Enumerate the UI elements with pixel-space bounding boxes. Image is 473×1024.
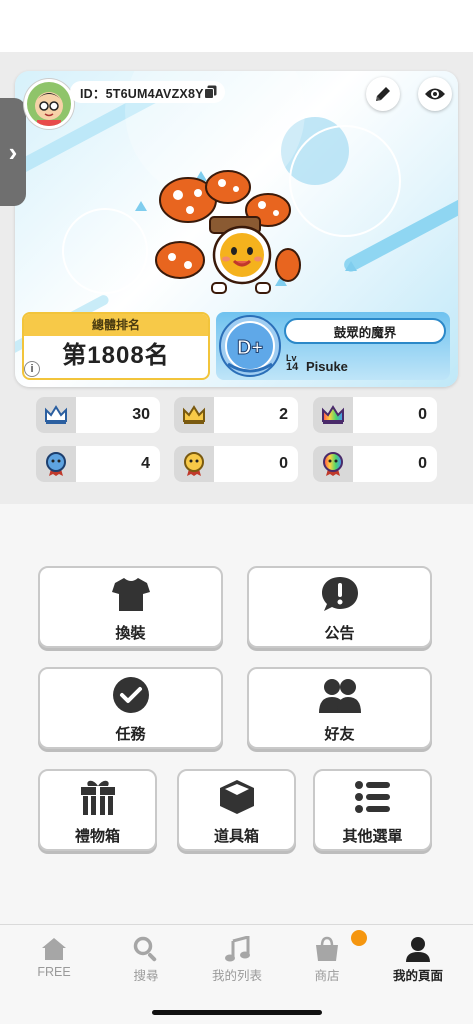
- speech-bubble-exclamation-icon: [318, 572, 362, 616]
- announcement-label: 公告: [324, 624, 355, 642]
- stat-crown-rainbow: 0: [313, 397, 437, 433]
- announcement-button[interactable]: 公告: [247, 566, 432, 648]
- mission-button[interactable]: 任務: [38, 667, 223, 749]
- list-icon: [351, 775, 395, 819]
- stat-value: 2: [279, 406, 288, 423]
- medal-silver-icon: [36, 446, 76, 482]
- other-menu-label: 其他選單: [342, 827, 403, 845]
- costume-label: 換裝: [115, 624, 146, 642]
- rank-header: 總體排名: [24, 314, 208, 336]
- player-id-text: ID：5T6UM4AVZX8Y: [80, 86, 204, 101]
- stat-crown-silver: 30: [36, 397, 160, 433]
- tab-label: 搜尋: [133, 969, 159, 983]
- users-icon: [318, 673, 362, 717]
- tab-label: 商店: [314, 969, 340, 983]
- overall-rank-panel: 總體排名 第1808名: [22, 312, 210, 380]
- home-icon: [40, 935, 68, 963]
- stat-value: 0: [418, 455, 427, 472]
- avatar-image: [27, 82, 71, 126]
- mascot-character: [155, 170, 301, 294]
- user-icon: [404, 935, 432, 963]
- stat-crown-gold: 2: [174, 397, 298, 433]
- status-bar: [0, 0, 473, 52]
- player-name: Pisuke: [306, 359, 348, 374]
- tshirt-icon: [109, 572, 153, 616]
- bottom-tab-bar: FREE 搜尋 我的列表 商店 我的頁面: [0, 924, 473, 1024]
- stat-value: 0: [418, 406, 427, 423]
- stat-medal-rainbow: 0: [313, 446, 437, 482]
- medal-rainbow-icon: [313, 446, 353, 482]
- stat-medal-silver: 4: [36, 446, 160, 482]
- chevron-right-icon: ›: [8, 136, 18, 167]
- shopping-bag-icon: [313, 935, 341, 963]
- tab-label: 我的頁面: [392, 969, 443, 983]
- check-circle-icon: [109, 673, 153, 717]
- shop-notification-badge: [351, 930, 367, 946]
- gift-box-button[interactable]: 禮物箱: [38, 769, 157, 851]
- crown-silver-icon: [36, 397, 76, 433]
- pencil-icon: [376, 87, 390, 101]
- medal-gold-icon: [174, 446, 214, 482]
- cube-icon: [215, 775, 259, 819]
- mission-label: 任務: [115, 725, 146, 743]
- tab-free[interactable]: FREE: [7, 935, 101, 985]
- player-id: ID：5T6UM4AVZX8Y: [70, 81, 225, 103]
- level-value: 14: [286, 361, 299, 373]
- stat-value: 0: [279, 455, 288, 472]
- level-label: Lv 14: [286, 354, 299, 373]
- gift-icon: [76, 775, 120, 819]
- edit-button[interactable]: [366, 77, 400, 111]
- rank-value: 第1808名: [62, 342, 170, 369]
- friends-label: 好友: [324, 725, 355, 743]
- avatar[interactable]: [24, 79, 74, 129]
- friends-button[interactable]: 好友: [247, 667, 432, 749]
- info-icon[interactable]: i: [24, 361, 40, 377]
- player-title[interactable]: 鼓眾的魔界: [284, 318, 446, 344]
- eye-icon: [425, 88, 445, 100]
- costume-button[interactable]: 換裝: [38, 566, 223, 648]
- stat-value: 4: [141, 455, 150, 472]
- tab-label: FREE: [37, 965, 71, 979]
- other-menu-button[interactable]: 其他選單: [313, 769, 432, 851]
- tab-search[interactable]: 搜尋: [99, 935, 193, 985]
- crown-rainbow-icon: [313, 397, 353, 433]
- home-indicator: [152, 1010, 322, 1015]
- dan-label: D+: [237, 337, 263, 359]
- dan-badge: D+: [219, 315, 281, 377]
- tab-my-list[interactable]: 我的列表: [190, 935, 284, 985]
- gift-box-label: 禮物箱: [74, 827, 120, 845]
- view-button[interactable]: [418, 77, 452, 111]
- music-note-icon: [223, 935, 251, 963]
- search-icon: [132, 935, 160, 963]
- stat-medal-gold: 0: [174, 446, 298, 482]
- copy-icon[interactable]: [204, 85, 217, 99]
- item-box-button[interactable]: 道具箱: [177, 769, 296, 851]
- tab-label: 我的列表: [211, 969, 262, 983]
- side-drawer-tab[interactable]: ›: [0, 98, 26, 206]
- crown-gold-icon: [174, 397, 214, 433]
- stat-value: 30: [132, 406, 150, 423]
- tab-my-page[interactable]: 我的頁面: [371, 935, 465, 985]
- item-box-label: 道具箱: [213, 827, 259, 845]
